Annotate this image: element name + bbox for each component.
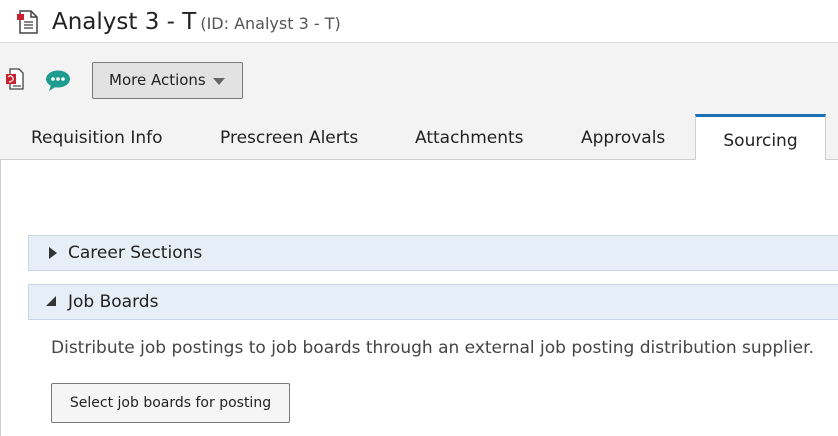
page-title: Analyst 3 - T (ID: Analyst 3 - T) xyxy=(52,8,341,38)
career-sections-header[interactable]: Career Sections xyxy=(28,235,838,271)
page-title-id: (ID: Analyst 3 - T) xyxy=(200,14,341,33)
tab-sourcing[interactable]: Sourcing xyxy=(695,114,826,160)
page-title-text: Analyst 3 - T xyxy=(52,9,197,35)
career-sections-label: Career Sections xyxy=(68,243,203,263)
document-icon xyxy=(17,10,38,34)
expand-triangle-icon xyxy=(49,247,57,259)
chat-bubble-icon[interactable] xyxy=(45,70,71,92)
tab-prescreen-alerts[interactable]: Prescreen Alerts xyxy=(220,118,358,159)
tab-attachments[interactable]: Attachments xyxy=(415,118,524,159)
job-boards-label: Job Boards xyxy=(68,292,159,312)
tab-requisition-info[interactable]: Requisition Info xyxy=(31,118,163,159)
more-actions-button[interactable]: More Actions xyxy=(92,62,243,99)
job-boards-description: Distribute job postings to job boards th… xyxy=(51,338,814,358)
collapse-triangle-icon xyxy=(46,296,56,306)
more-actions-label: More Actions xyxy=(109,71,206,89)
select-job-boards-button[interactable]: Select job boards for posting xyxy=(51,383,290,423)
pdf-icon[interactable] xyxy=(4,68,24,92)
tab-approvals[interactable]: Approvals xyxy=(581,118,665,159)
page-header: Analyst 3 - T (ID: Analyst 3 - T) xyxy=(0,0,838,43)
caret-down-icon xyxy=(213,78,225,85)
job-boards-header[interactable]: Job Boards xyxy=(28,284,838,320)
